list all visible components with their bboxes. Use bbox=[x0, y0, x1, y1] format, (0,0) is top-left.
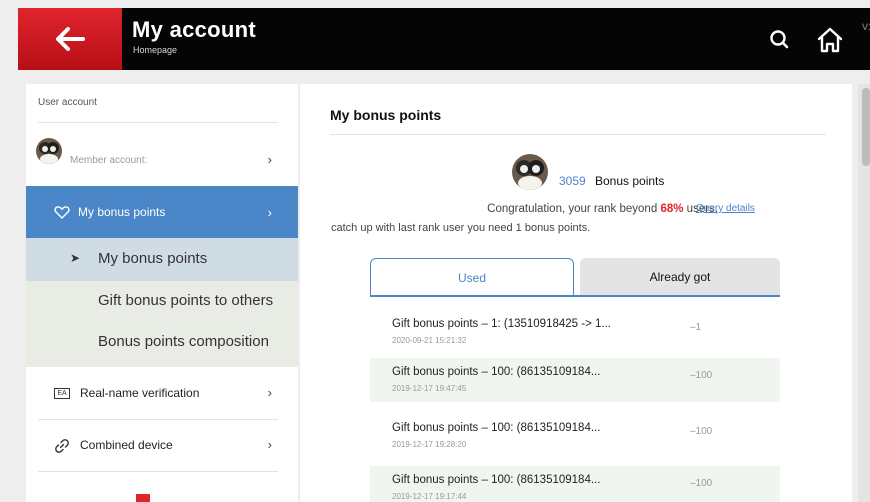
bonus-points-count: 3059 bbox=[559, 174, 586, 188]
link-icon bbox=[55, 439, 69, 453]
record-title: Gift bonus points – 100: (86135109184... bbox=[392, 422, 601, 434]
tab-underline bbox=[370, 295, 780, 297]
sidebar-item-label: Real-name verification bbox=[80, 386, 200, 400]
sidebar-heading: User account bbox=[38, 97, 97, 108]
catchup-message: catch up with last rank user you need 1 … bbox=[331, 222, 591, 234]
sidebar-item-real-name-verification[interactable]: EA Real-name verification › bbox=[26, 367, 298, 419]
record-amount: –100 bbox=[690, 478, 713, 489]
avatar bbox=[36, 138, 62, 164]
rank-text-prefix: Congratulation, your rank beyond bbox=[487, 203, 658, 215]
main-panel: My bonus points 3059 Bonus points Congra… bbox=[300, 84, 852, 502]
sidebar-item-label: Combined device bbox=[80, 438, 173, 452]
sidebar-item-bonus-points[interactable]: My bonus points › bbox=[26, 186, 298, 238]
chevron-right-icon: › bbox=[267, 385, 272, 400]
app-header: My account Homepage V1.1 bbox=[18, 8, 870, 70]
record-title: Gift bonus points – 1: (13510918425 -> 1… bbox=[392, 318, 611, 330]
search-button[interactable] bbox=[766, 26, 794, 54]
home-icon bbox=[817, 27, 843, 53]
chevron-right-icon: › bbox=[267, 204, 272, 220]
submenu-item-my-bonus-points[interactable]: My bonus points bbox=[98, 250, 207, 267]
record-title: Gift bonus points – 100: (86135109184... bbox=[392, 474, 601, 486]
record-date: 2020-09-21 15:21:32 bbox=[392, 336, 467, 345]
page-title: My account bbox=[132, 17, 257, 42]
divider bbox=[38, 122, 278, 123]
tab-used[interactable]: Used bbox=[370, 258, 574, 296]
list-item[interactable]: Gift bonus points – 100: (86135109184...… bbox=[370, 414, 780, 458]
bonus-submenu: ➤ My bonus points Gift bonus points to o… bbox=[26, 238, 298, 367]
tab-bar: Used Already got bbox=[370, 258, 780, 296]
avatar bbox=[512, 154, 548, 190]
submenu-item-gift-bonus-points[interactable]: Gift bonus points to others bbox=[98, 292, 273, 309]
search-icon bbox=[770, 30, 789, 49]
home-button[interactable] bbox=[814, 24, 846, 56]
partial-icon bbox=[136, 494, 150, 502]
version-label: V1.1 bbox=[862, 22, 870, 32]
divider bbox=[330, 134, 826, 135]
chevron-right-icon: › bbox=[267, 152, 272, 167]
rank-message: Congratulation, your rank beyond 68% use… bbox=[300, 203, 718, 215]
record-date: 2019-12-17 19:28:20 bbox=[392, 440, 467, 449]
back-arrow-icon bbox=[56, 27, 85, 51]
record-amount: –1 bbox=[690, 322, 702, 333]
chevron-right-icon: › bbox=[267, 437, 272, 452]
sidebar-item-label: My bonus points bbox=[78, 205, 166, 219]
record-amount: –100 bbox=[690, 370, 713, 381]
record-date: 2019-12-17 19:47:45 bbox=[392, 384, 467, 393]
record-date: 2019-12-17 19:17:44 bbox=[392, 492, 467, 501]
divider bbox=[38, 471, 278, 472]
member-account-label: Member account: bbox=[70, 155, 148, 166]
record-title: Gift bonus points – 100: (86135109184... bbox=[392, 366, 601, 378]
page-subtitle: Homepage bbox=[133, 45, 178, 55]
sidebar: User account Member account: › My bonus … bbox=[26, 84, 298, 502]
id-card-icon: EA bbox=[54, 388, 70, 399]
rank-percent: 68% bbox=[660, 203, 684, 215]
list-item[interactable]: Gift bonus points – 100: (86135109184...… bbox=[370, 466, 780, 502]
sidebar-item-combined-device[interactable]: Combined device › bbox=[26, 419, 298, 471]
scrollbar-thumb[interactable] bbox=[862, 88, 870, 166]
tab-already-got[interactable]: Already got bbox=[580, 258, 780, 296]
heart-icon bbox=[54, 206, 70, 219]
list-item[interactable]: Gift bonus points – 100: (86135109184...… bbox=[370, 358, 780, 402]
query-details-link[interactable]: Query details bbox=[696, 203, 755, 214]
arrow-right-icon: ➤ bbox=[70, 251, 81, 265]
back-button[interactable] bbox=[18, 8, 122, 70]
member-account-row[interactable]: Member account: › bbox=[26, 124, 298, 190]
record-amount: –100 bbox=[690, 426, 713, 437]
list-item[interactable]: Gift bonus points – 1: (13510918425 -> 1… bbox=[370, 310, 780, 354]
submenu-item-bonus-composition[interactable]: Bonus points composition bbox=[98, 333, 269, 350]
bonus-points-label: Bonus points bbox=[595, 174, 665, 188]
section-title: My bonus points bbox=[330, 107, 442, 123]
